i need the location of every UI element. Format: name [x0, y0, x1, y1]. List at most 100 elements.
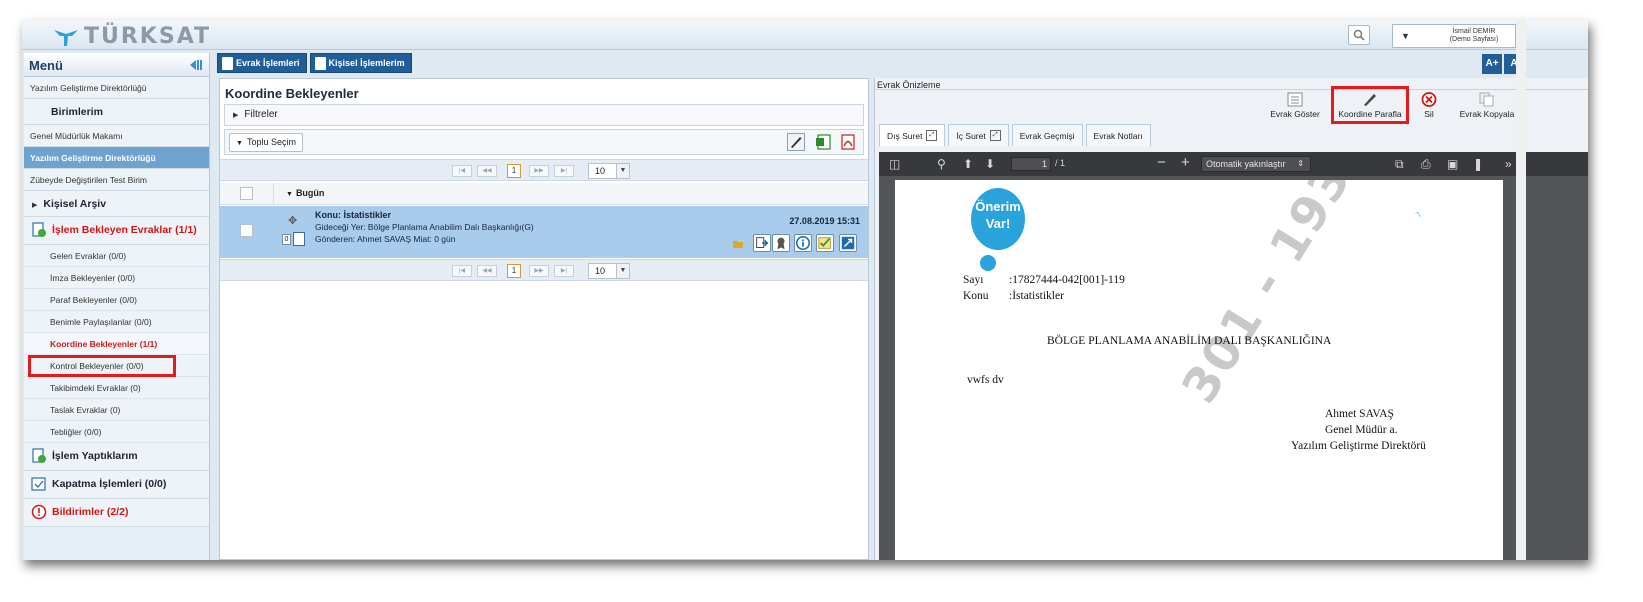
window-scrollbar[interactable]: [1516, 20, 1526, 560]
selection-toolbar: ▼ Toplu Seçim: [224, 129, 864, 155]
chevron-down-icon: ▼: [1401, 31, 1410, 41]
tab-label: Evrak Geçmişi: [1019, 130, 1075, 141]
sidebar-toggle-icon[interactable]: ◫: [889, 157, 900, 171]
filters-toggle[interactable]: ▶ Filtreler: [224, 104, 864, 126]
menu-islem-bekleyen[interactable]: İşlem Bekleyen Evraklar (1/1): [24, 217, 209, 245]
tab-ic-suret[interactable]: İç Suret ⤢: [948, 124, 1009, 146]
move-icon[interactable]: ✥: [288, 214, 297, 227]
menu-islem-yaptiklarim[interactable]: İşlem Yaptıklarım: [24, 443, 209, 471]
button-label: Evrak Kopyala: [1459, 109, 1515, 119]
menu-birimlerim[interactable]: Birimlerim: [24, 99, 209, 125]
menu-benimle-paylasilanlar[interactable]: Benimle Paylaşılanlar (0/0): [24, 311, 209, 333]
tab-kisisel-islemlerim[interactable]: Kişisel İşlemlerim: [309, 53, 412, 73]
pdf-page: 301 - 19301 - 19301 - Önerim Var! 〽 Sayı…: [895, 180, 1503, 560]
print-icon[interactable]: ⎙: [1421, 157, 1431, 172]
user-document-icon: [314, 56, 326, 70]
logo-text: TÜRKSAT: [84, 24, 212, 49]
menu-unit-zubeyde[interactable]: Zübeyde Değiştirilen Test Birim: [24, 169, 209, 191]
pager-bottom: |◀ ◀◀ 1 ▶▶ ▶| 10 ▼: [220, 259, 868, 281]
sign-pen-icon[interactable]: [787, 133, 805, 151]
doc-konu-label: Konu: [963, 290, 989, 302]
expand-icon[interactable]: ⤢: [926, 130, 938, 141]
menu-tebligler[interactable]: Tebliğler (0/0): [24, 421, 209, 443]
last-page-button[interactable]: ▶|: [554, 165, 574, 177]
doc-date: 27.08.2019 15:31: [789, 216, 860, 226]
search-icon[interactable]: ⚲: [937, 157, 946, 171]
next-page-icon[interactable]: ⬇: [985, 157, 995, 171]
bookmark-icon[interactable]: ❚: [1473, 157, 1483, 171]
menu-paraf-bekleyenler[interactable]: Paraf Bekleyenler (0/0): [24, 289, 209, 311]
turksat-mini-logo: 〽: [1415, 213, 1422, 219]
current-page[interactable]: 1: [507, 264, 521, 278]
more-tools-icon[interactable]: »: [1505, 157, 1512, 171]
presentation-icon[interactable]: ⧉: [1395, 157, 1404, 172]
bulk-select-label: Toplu Seçim: [246, 137, 296, 147]
zoom-out-icon[interactable]: −: [1157, 154, 1166, 171]
forward-icon[interactable]: [753, 234, 771, 252]
menu-islem-yaptiklarim-label: İşlem Yaptıklarım: [52, 450, 138, 462]
bulk-select-button[interactable]: ▼ Toplu Seçim: [229, 133, 303, 152]
document-icon: [293, 232, 305, 246]
download-icon[interactable]: ▣: [1447, 157, 1458, 171]
menu-unit-yazilim[interactable]: Yazılım Geliştirme Direktörlüğü: [24, 147, 209, 169]
search-icon: [1353, 29, 1365, 41]
doc-sender: Gönderen: Ahmet SAVAŞ Miat: 0 gün: [315, 234, 456, 244]
menu-bildirimler-label: Bildirimler (2/2): [52, 506, 129, 518]
folder-icon[interactable]: [732, 238, 744, 250]
turksat-logo-icon: [54, 29, 78, 46]
tab-evrak-islemleri[interactable]: Evrak İşlemleri: [217, 53, 307, 73]
menu-kisisel-arsiv[interactable]: ▶ Kişisel Arşiv: [24, 191, 209, 217]
zoom-select[interactable]: Otomatik yakınlaştır ⇕: [1201, 156, 1311, 172]
chevron-down-icon: ▼: [236, 140, 243, 147]
page-size-select[interactable]: 10 ▼: [588, 263, 630, 279]
doc-signer-unit: Yazılım Geliştirme Direktörü: [1291, 440, 1426, 452]
menu-gelen-evraklar[interactable]: Gelen Evraklar (0/0): [24, 245, 209, 267]
search-button[interactable]: [1348, 25, 1370, 45]
font-increase-button[interactable]: A+: [1482, 54, 1502, 74]
next-page-button[interactable]: ▶▶: [529, 265, 549, 277]
table-row[interactable]: ✥ 0 Konu: İstatistikler Gideceği Yer: Bö…: [220, 206, 868, 258]
menu-bildirimler[interactable]: Bildirimler (2/2): [24, 499, 209, 527]
menu-takibimdeki-evraklar[interactable]: Takibimdeki Evraklar (0): [24, 377, 209, 399]
app-window: TÜRKSAT ▼ İsmail DEMİR (Demo Sayfası) Me…: [22, 20, 1588, 560]
first-page-button[interactable]: |◀: [452, 165, 472, 177]
menu-taslak-evraklar[interactable]: Taslak Evraklar (0): [24, 399, 209, 421]
evrak-goster-button[interactable]: Evrak Göster: [1267, 92, 1323, 122]
tab-evrak-notlari[interactable]: Evrak Notları: [1085, 124, 1151, 146]
next-page-button[interactable]: ▶▶: [529, 165, 549, 177]
tab-label: Dış Suret: [887, 130, 923, 141]
page-size-select[interactable]: 10 ▼: [588, 163, 630, 179]
menu-kisisel-arsiv-label: Kişisel Arşiv: [43, 198, 107, 210]
menu-imza-bekleyenler[interactable]: İmza Bekleyenler (0/0): [24, 267, 209, 289]
last-page-button[interactable]: ▶|: [554, 265, 574, 277]
preview-panel: Evrak Önizleme Evrak Göster Koordine Par…: [874, 78, 1588, 560]
excel-export-icon[interactable]: [815, 133, 833, 151]
delete-button[interactable]: Sil: [1417, 92, 1441, 122]
menu-koordine-bekleyenler[interactable]: Koordine Bekleyenler (1/1): [24, 333, 209, 355]
previous-page-icon[interactable]: ⬆: [963, 157, 973, 171]
select-all-checkbox[interactable]: [240, 187, 253, 200]
tab-evrak-gecmisi[interactable]: Evrak Geçmişi: [1011, 124, 1083, 146]
expand-icon[interactable]: ⤢: [989, 130, 1001, 141]
open-external-icon[interactable]: [839, 234, 857, 252]
award-icon[interactable]: [772, 234, 790, 252]
first-page-button[interactable]: |◀: [452, 265, 472, 277]
attachment-count: 0: [282, 234, 291, 245]
approve-icon[interactable]: [816, 234, 834, 252]
group-label[interactable]: ▼ Bugün: [286, 188, 324, 198]
menu-unit-genel-mudurluk[interactable]: Genel Müdürlük Makamı: [24, 125, 209, 147]
tab-dis-suret[interactable]: Dış Suret ⤢: [879, 124, 946, 146]
info-icon[interactable]: [794, 234, 812, 252]
pdf-export-icon[interactable]: [839, 133, 857, 151]
prev-page-button[interactable]: ◀◀: [477, 165, 497, 177]
zoom-in-icon[interactable]: +: [1181, 154, 1190, 171]
page-number-input[interactable]: 1: [1011, 157, 1051, 171]
prev-page-button[interactable]: ◀◀: [477, 265, 497, 277]
current-page[interactable]: 1: [507, 164, 521, 178]
page-total: / 1: [1055, 158, 1066, 168]
row-checkbox[interactable]: [240, 224, 253, 237]
collapse-menu-icon[interactable]: [187, 58, 203, 72]
evrak-kopyala-button[interactable]: Evrak Kopyala: [1457, 92, 1517, 122]
user-menu[interactable]: ▼ İsmail DEMİR (Demo Sayfası): [1392, 24, 1516, 48]
menu-kapatma-islemleri[interactable]: Kapatma İşlemleri (0/0): [24, 471, 209, 499]
